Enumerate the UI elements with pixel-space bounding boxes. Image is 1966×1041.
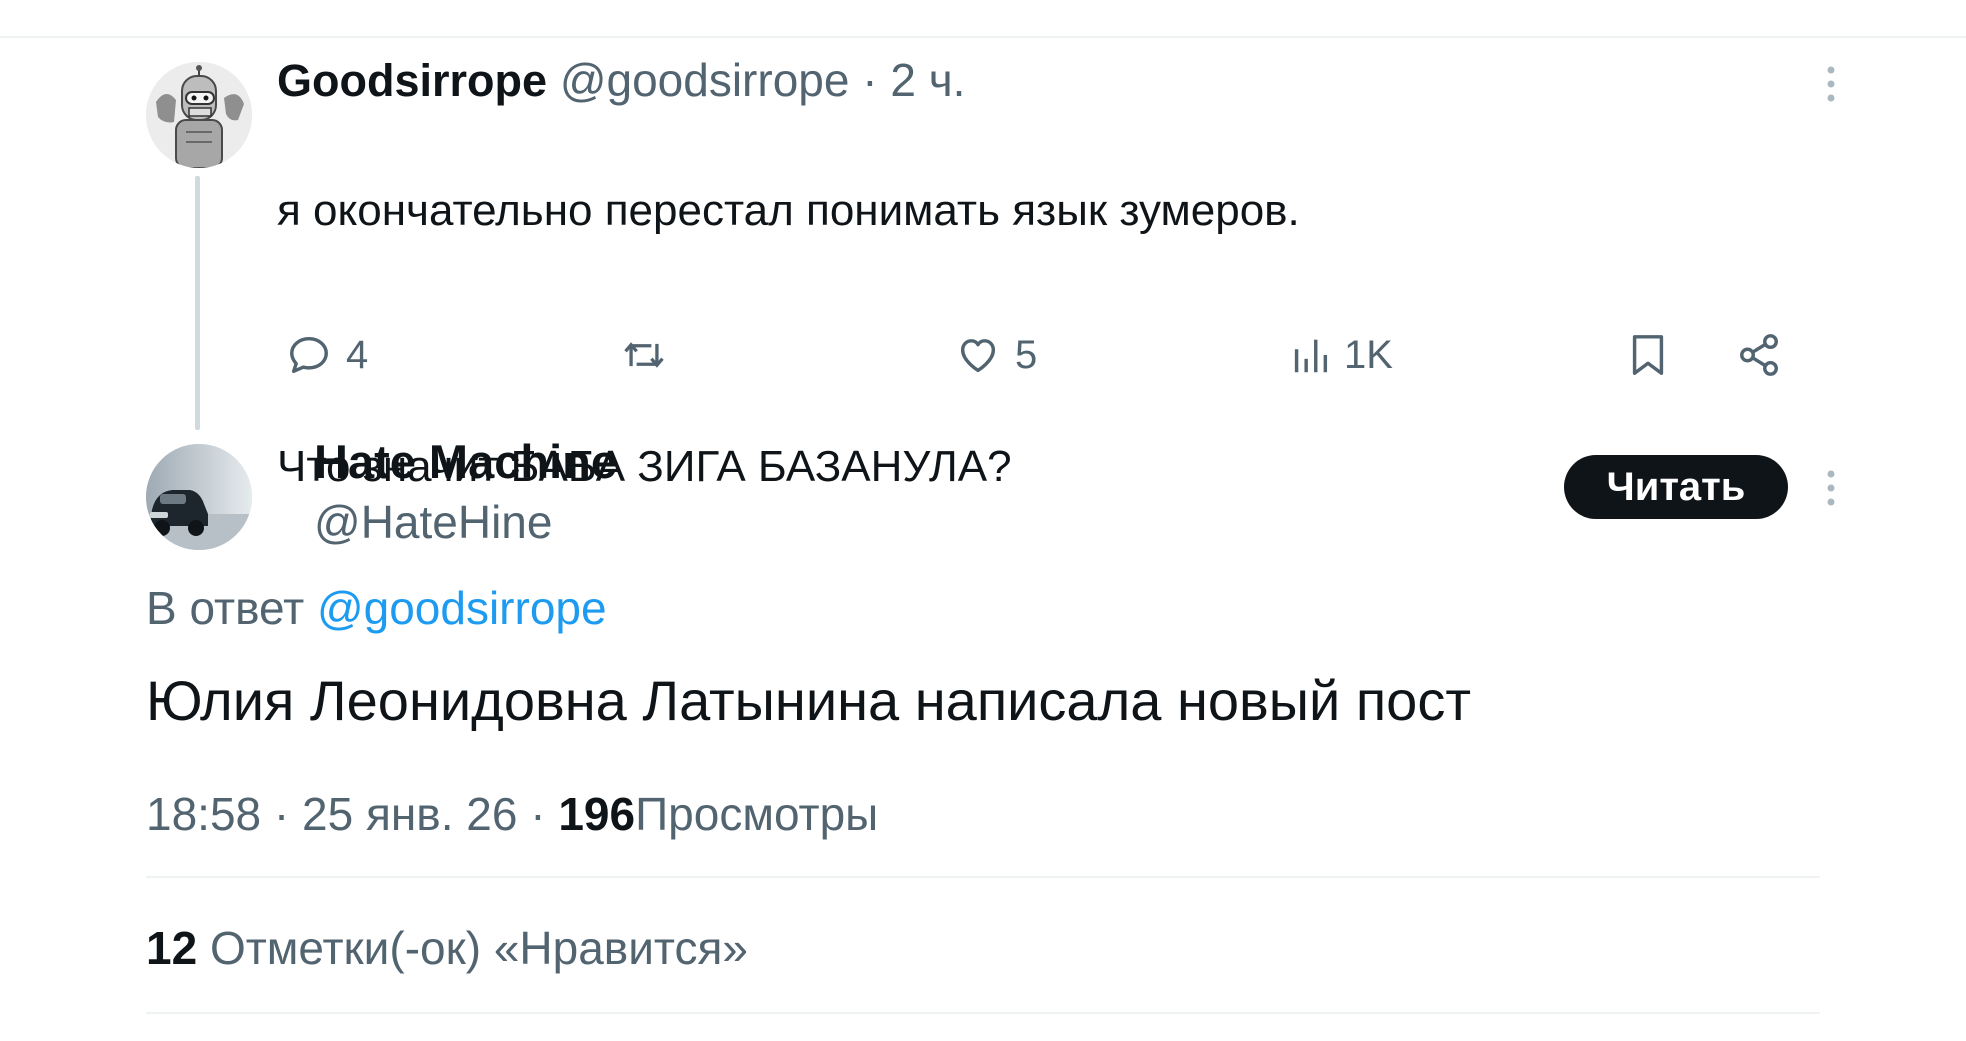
heart-icon [960,339,996,373]
robot-avatar-icon [146,62,252,168]
retweet-button[interactable] [620,327,668,383]
analytics-icon [1294,339,1328,373]
views-label: Просмотры [635,788,879,840]
views-count: 1K [1344,332,1393,377]
bookmark-icon [1632,335,1664,375]
like-button[interactable]: 5 [955,327,1037,383]
share-icon [1740,334,1778,376]
reply-context: В ответ @goodsirrope [146,578,607,638]
reply-count: 4 [346,332,369,377]
share-button[interactable] [1736,327,1782,383]
parent-author-avatar[interactable] [146,62,252,168]
parent-tweet-time[interactable]: 2 ч. [890,54,965,106]
follow-button[interactable]: Читать [1564,455,1788,519]
main-tweet-text: Юлия Леонидовна Латынина написала новый … [146,669,1471,732]
reply-icon [290,336,328,374]
main-author-avatar[interactable] [146,444,252,550]
reply-prefix: В ответ [146,582,305,634]
parent-tweet-header: Goodsirrope @goodsirrope · 2 ч. [277,50,965,111]
bookmark-button[interactable] [1628,327,1668,383]
likes-label: Отметки(-ок) «Нравится» [209,922,748,974]
like-count: 5 [1015,332,1038,377]
reply-button[interactable]: 4 [286,327,368,383]
top-divider [0,36,1966,38]
parent-more-options-icon[interactable] [1818,64,1844,104]
likes-summary[interactable]: 12 Отметки(-ок) «Нравится» [146,918,748,978]
main-more-options-icon[interactable] [1818,468,1844,508]
header-separator: · [862,54,878,106]
tweet-time[interactable]: 18:58 [146,788,261,840]
parent-author-handle[interactable]: @goodsirrope [560,54,850,106]
main-author-name[interactable]: Hate Machine [314,432,617,492]
tweet-metadata: 18:58 · 25 янв. 26 · 196Просмотры [146,784,878,844]
likes-count-value: 12 [146,922,198,974]
parent-tweet-text-line: я окончательно перестал понимать язык зу… [277,186,1300,235]
tweet-date[interactable]: 25 янв. 26 [302,788,517,840]
views-count-value: 196 [558,788,636,840]
retweet-icon [624,342,664,368]
meta-separator: · [530,788,546,840]
thread-connector-line [195,176,200,430]
views-button[interactable]: 1K [1290,327,1393,383]
meta-separator: · [273,788,290,840]
reply-to-handle-link[interactable]: @goodsirrope [317,582,607,634]
main-author-handle[interactable]: @HateHine [314,492,552,552]
car-photo-avatar-icon [146,444,252,550]
divider [146,876,1820,878]
parent-author-name[interactable]: Goodsirrope [277,55,547,106]
divider [146,1012,1820,1014]
